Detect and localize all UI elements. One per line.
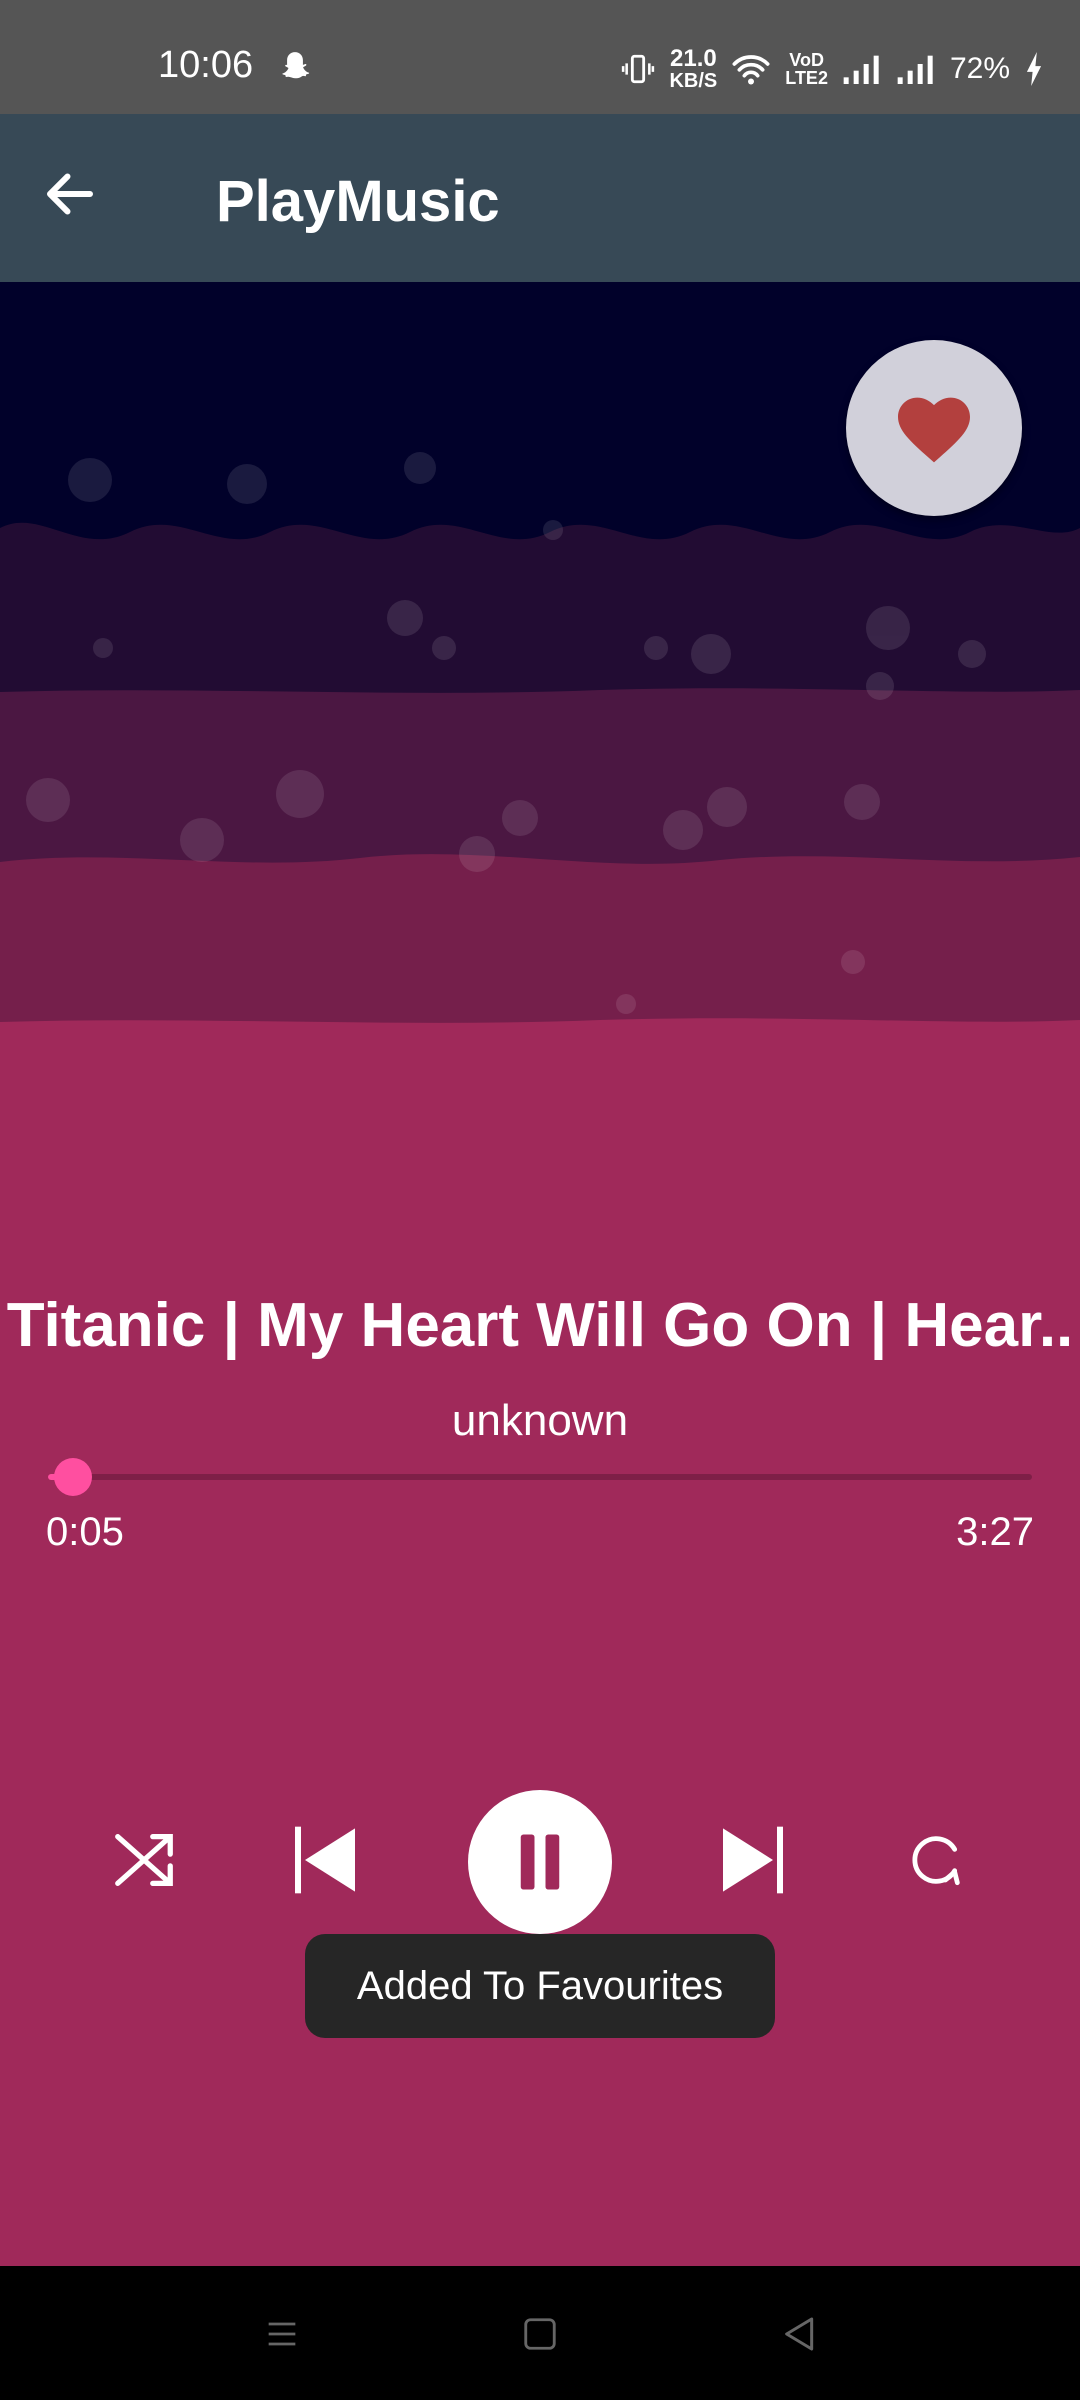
shuffle-icon: [115, 1834, 173, 1886]
repeat-icon: [912, 1836, 960, 1886]
seek-bar-thumb[interactable]: [54, 1458, 92, 1496]
status-icons: 21.0 KB/S VoD LTE2 72%: [621, 44, 1044, 94]
menu-icon: [268, 2322, 296, 2346]
square-icon: [524, 2318, 556, 2350]
current-time: 0:05: [46, 1510, 124, 1554]
favourite-button[interactable]: [846, 340, 1022, 516]
signal-icon-sim2: [897, 55, 933, 84]
back-button[interactable]: [40, 164, 120, 234]
arrow-left-icon: [47, 173, 93, 215]
status-time: 10:06: [158, 44, 254, 86]
triangle-back-icon: [785, 2317, 814, 2351]
seek-bar[interactable]: [48, 1474, 1032, 1480]
shuffle-button[interactable]: [104, 1820, 184, 1900]
skip-previous-icon: [295, 1826, 355, 1894]
snapchat-icon: [282, 52, 310, 79]
network-speed-value: 21.0: [670, 45, 717, 72]
network-speed-unit: KB/S: [669, 70, 718, 92]
heart-icon: [898, 397, 970, 463]
pause-button[interactable]: [468, 1790, 612, 1934]
toast-message: Added To Favourites: [305, 1934, 775, 2038]
vibrate-icon: [622, 54, 655, 84]
status-bar: 10:06 21.0 KB/S VoD LTE2 72%: [0, 0, 1080, 114]
song-title: Titanic | My Heart Will Go On | Hear..: [6, 1291, 1074, 1360]
charging-icon: [1026, 52, 1042, 86]
previous-button[interactable]: [280, 1815, 370, 1905]
app-title: PlayMusic: [216, 169, 500, 234]
app-bar: PlayMusic: [0, 114, 1080, 282]
signal-icon-sim1: [843, 55, 879, 84]
pause-icon: [520, 1834, 560, 1890]
recent-apps-button[interactable]: [252, 2306, 312, 2362]
battery-level: 72%: [949, 52, 1010, 85]
back-nav-button[interactable]: [770, 2306, 830, 2362]
skip-next-icon: [723, 1826, 783, 1894]
artist-name: unknown: [451, 1396, 629, 1445]
volte-top: VoD: [789, 50, 824, 70]
home-button[interactable]: [510, 2306, 570, 2362]
volte-bottom: LTE2: [785, 68, 828, 88]
total-time: 3:27: [956, 1510, 1034, 1554]
player-panel: [0, 1028, 1080, 2266]
network-speed: 21.0 KB/S: [669, 45, 718, 92]
wifi-icon: [732, 55, 770, 85]
volte-indicator: VoD LTE2: [785, 51, 828, 87]
next-button[interactable]: [708, 1815, 798, 1905]
system-navigation-bar: [0, 2266, 1080, 2400]
repeat-button[interactable]: [896, 1820, 976, 1900]
